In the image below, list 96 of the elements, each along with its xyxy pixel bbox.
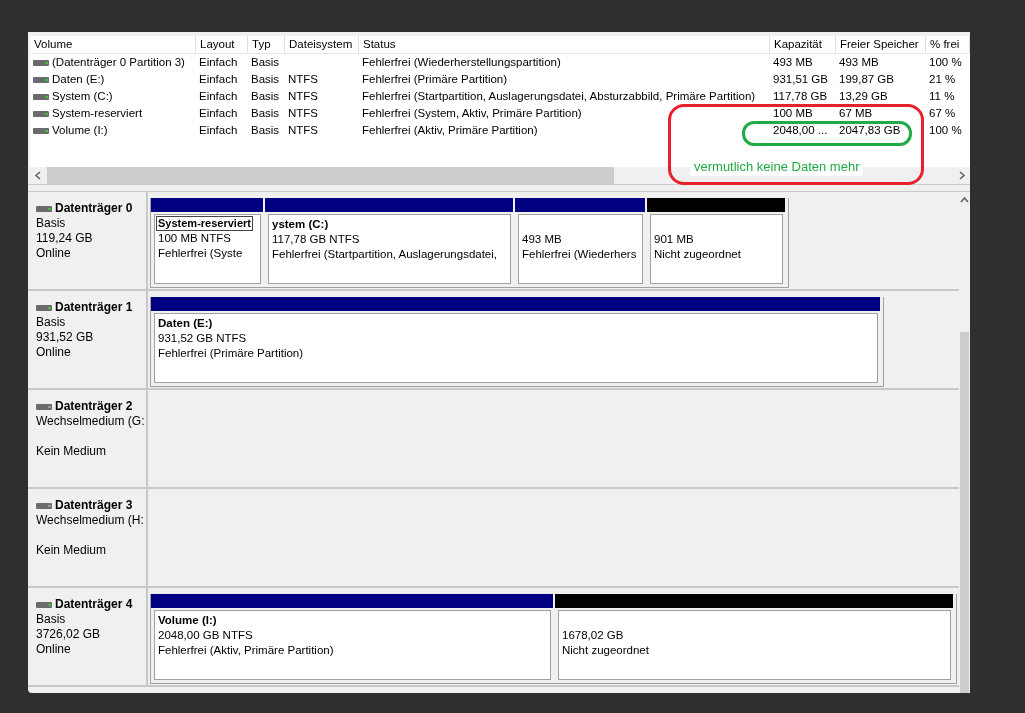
partition-block[interactable]: 1678,02 GB Nicht zugeordnet	[558, 610, 951, 680]
table-cell-text: 100 %	[929, 123, 962, 138]
disk-info: Basis	[36, 216, 66, 230]
drive-icon	[36, 502, 52, 509]
partition-title: ystem (C:)	[272, 217, 329, 232]
table-cell-text: 2048,00 ...	[773, 123, 828, 138]
partition-status: Fehlerfrei (Wiederhers	[522, 247, 638, 262]
table-cell-text: 2047,83 GB	[839, 123, 901, 138]
table-cell-text: Einfach	[199, 123, 238, 138]
disk-name: Datenträger 2	[55, 399, 133, 414]
table-cell-text: 67 %	[929, 106, 956, 121]
disk-info: Online	[36, 345, 71, 359]
partition-status: Nicht zugeordnet	[562, 643, 650, 658]
disk-info: 119,24 GB	[36, 231, 93, 245]
partition-block[interactable]: 901 MB Nicht zugeordnet	[650, 214, 783, 284]
partition-status: Fehlerfrei (Syste	[158, 246, 244, 261]
drive-icon	[33, 76, 49, 83]
disk-info: Basis	[36, 315, 66, 329]
drive-icon	[36, 205, 52, 212]
disk-info: Kein Medium	[36, 444, 107, 458]
table-cell-text: NTFS	[288, 106, 319, 121]
table-cell-text: Einfach	[199, 106, 238, 121]
table-cell-text: Basis	[251, 123, 280, 138]
table-cell-text: Fehlerfrei (System, Aktiv, Primäre Partition)	[362, 106, 582, 121]
drive-icon	[36, 304, 52, 311]
disk-info: 931,52 GB	[36, 330, 94, 344]
partition-size: 2048,00 GB NTFS	[158, 628, 254, 643]
drive-icon	[33, 59, 49, 66]
drive-icon	[33, 110, 49, 117]
table-cell-text: System-reserviert	[52, 106, 143, 121]
splitter[interactable]	[28, 184, 970, 192]
partition-title: Volume (I:)	[158, 613, 217, 628]
table-cell-text: NTFS	[288, 72, 319, 87]
partition-block[interactable]: System-reserviert 100 MB NTFS Fehlerfrei (Syste	[154, 214, 261, 284]
table-cell-text: 117,78 GB	[773, 89, 828, 104]
partition-status: Nicht zugeordnet	[654, 247, 742, 262]
table-cell-text: Fehlerfrei (Primäre Partition)	[362, 72, 508, 87]
table-cell-text: 100 MB	[773, 106, 813, 121]
table-cell-text: 493 MB	[839, 55, 879, 70]
partition-size: 1678,02 GB	[562, 628, 625, 643]
disk-name: Datenträger 1	[55, 300, 133, 315]
table-cell-text: Einfach	[199, 55, 238, 70]
partition-size: 117,78 GB NTFS	[272, 232, 361, 247]
drive-icon	[33, 127, 49, 134]
table-cell-text: NTFS	[288, 123, 319, 138]
table-cell-text: Basis	[251, 72, 280, 87]
partition-block[interactable]: 493 MB Fehlerfrei (Wiederhers	[518, 214, 643, 284]
partition-title: System-reserviert	[156, 216, 253, 231]
table-cell-text: NTFS	[288, 89, 319, 104]
partition-title: Daten (E:)	[158, 316, 213, 331]
table-cell-text: Basis	[251, 89, 280, 104]
partition-block[interactable]: Volume (I:) 2048,00 GB NTFS Fehlerfrei (Aktiv, Primäre Partition)	[154, 610, 551, 680]
table-cell-text: (Datenträger 0 Partition 3)	[52, 55, 185, 70]
disk-info: 3726,02 GB	[36, 627, 101, 641]
partition-status: Fehlerfrei (Startpartition, Auslagerungsdatei,	[272, 247, 498, 262]
scrollbar-thumb[interactable]	[960, 332, 969, 693]
disk-name: Datenträger 3	[55, 498, 133, 513]
table-cell-text: Volume (I:)	[52, 123, 108, 138]
disk-info: Wechselmedium (H:	[36, 513, 144, 527]
table-cell-text: 493 MB	[773, 55, 813, 70]
table-cell-text: Basis	[251, 55, 280, 70]
partition-size: 493 MB	[522, 232, 563, 247]
table-cell-text: Einfach	[199, 72, 238, 87]
disk-name: Datenträger 4	[55, 597, 133, 612]
scroll-up-icon[interactable]	[960, 196, 969, 204]
disk-info: Online	[36, 642, 71, 656]
drive-icon	[36, 403, 52, 410]
table-cell-text: 13,29 GB	[839, 89, 888, 104]
disk-info: Online	[36, 246, 71, 260]
partition-size: 901 MB	[654, 232, 695, 247]
scrollbar-thumb[interactable]	[47, 167, 614, 184]
disk-info: Wechselmedium (G:	[36, 414, 145, 428]
table-cell-text: 11 %	[929, 89, 955, 104]
partition-status: Fehlerfrei (Aktiv, Primäre Partition)	[158, 643, 335, 658]
table-cell-text: Fehlerfrei (Wiederherstellungspartition)	[362, 55, 561, 70]
table-cell-text: 67 MB	[839, 106, 873, 121]
table-cell-text: Fehlerfrei (Startpartition, Auslagerungsdatei, Absturzabbild, Primäre Partition)	[362, 89, 756, 104]
disk-info: Kein Medium	[36, 543, 107, 557]
table-cell-text: Fehlerfrei (Aktiv, Primäre Partition)	[362, 123, 538, 138]
drive-icon	[33, 93, 49, 100]
drive-icon	[36, 601, 52, 608]
partition-status: Fehlerfrei (Primäre Partition)	[158, 346, 305, 361]
table-cell-text: 100 %	[929, 55, 962, 70]
table-cell-text: 199,87 GB	[839, 72, 894, 87]
table-cell-text: Daten (E:)	[52, 72, 105, 87]
table-cell-text: Einfach	[199, 89, 238, 104]
disk-name: Datenträger 0	[55, 201, 133, 216]
partition-size: 931,52 GB NTFS	[158, 331, 248, 346]
disk-info: Basis	[36, 612, 66, 626]
partition-block[interactable]: ystem (C:) 117,78 GB NTFS Fehlerfrei (Startpartition, Auslagerungsdatei,	[268, 214, 511, 284]
partition-block[interactable]: Daten (E:) 931,52 GB NTFS Fehlerfrei (Primäre Partition)	[154, 313, 878, 383]
table-cell-text: Basis	[251, 106, 280, 121]
table-cell-text: 21 %	[929, 72, 956, 87]
table-cell-text: 931,51 GB	[773, 72, 828, 87]
partition-size: 100 MB NTFS	[158, 231, 232, 246]
table-cell-text: System (C:)	[52, 89, 113, 104]
